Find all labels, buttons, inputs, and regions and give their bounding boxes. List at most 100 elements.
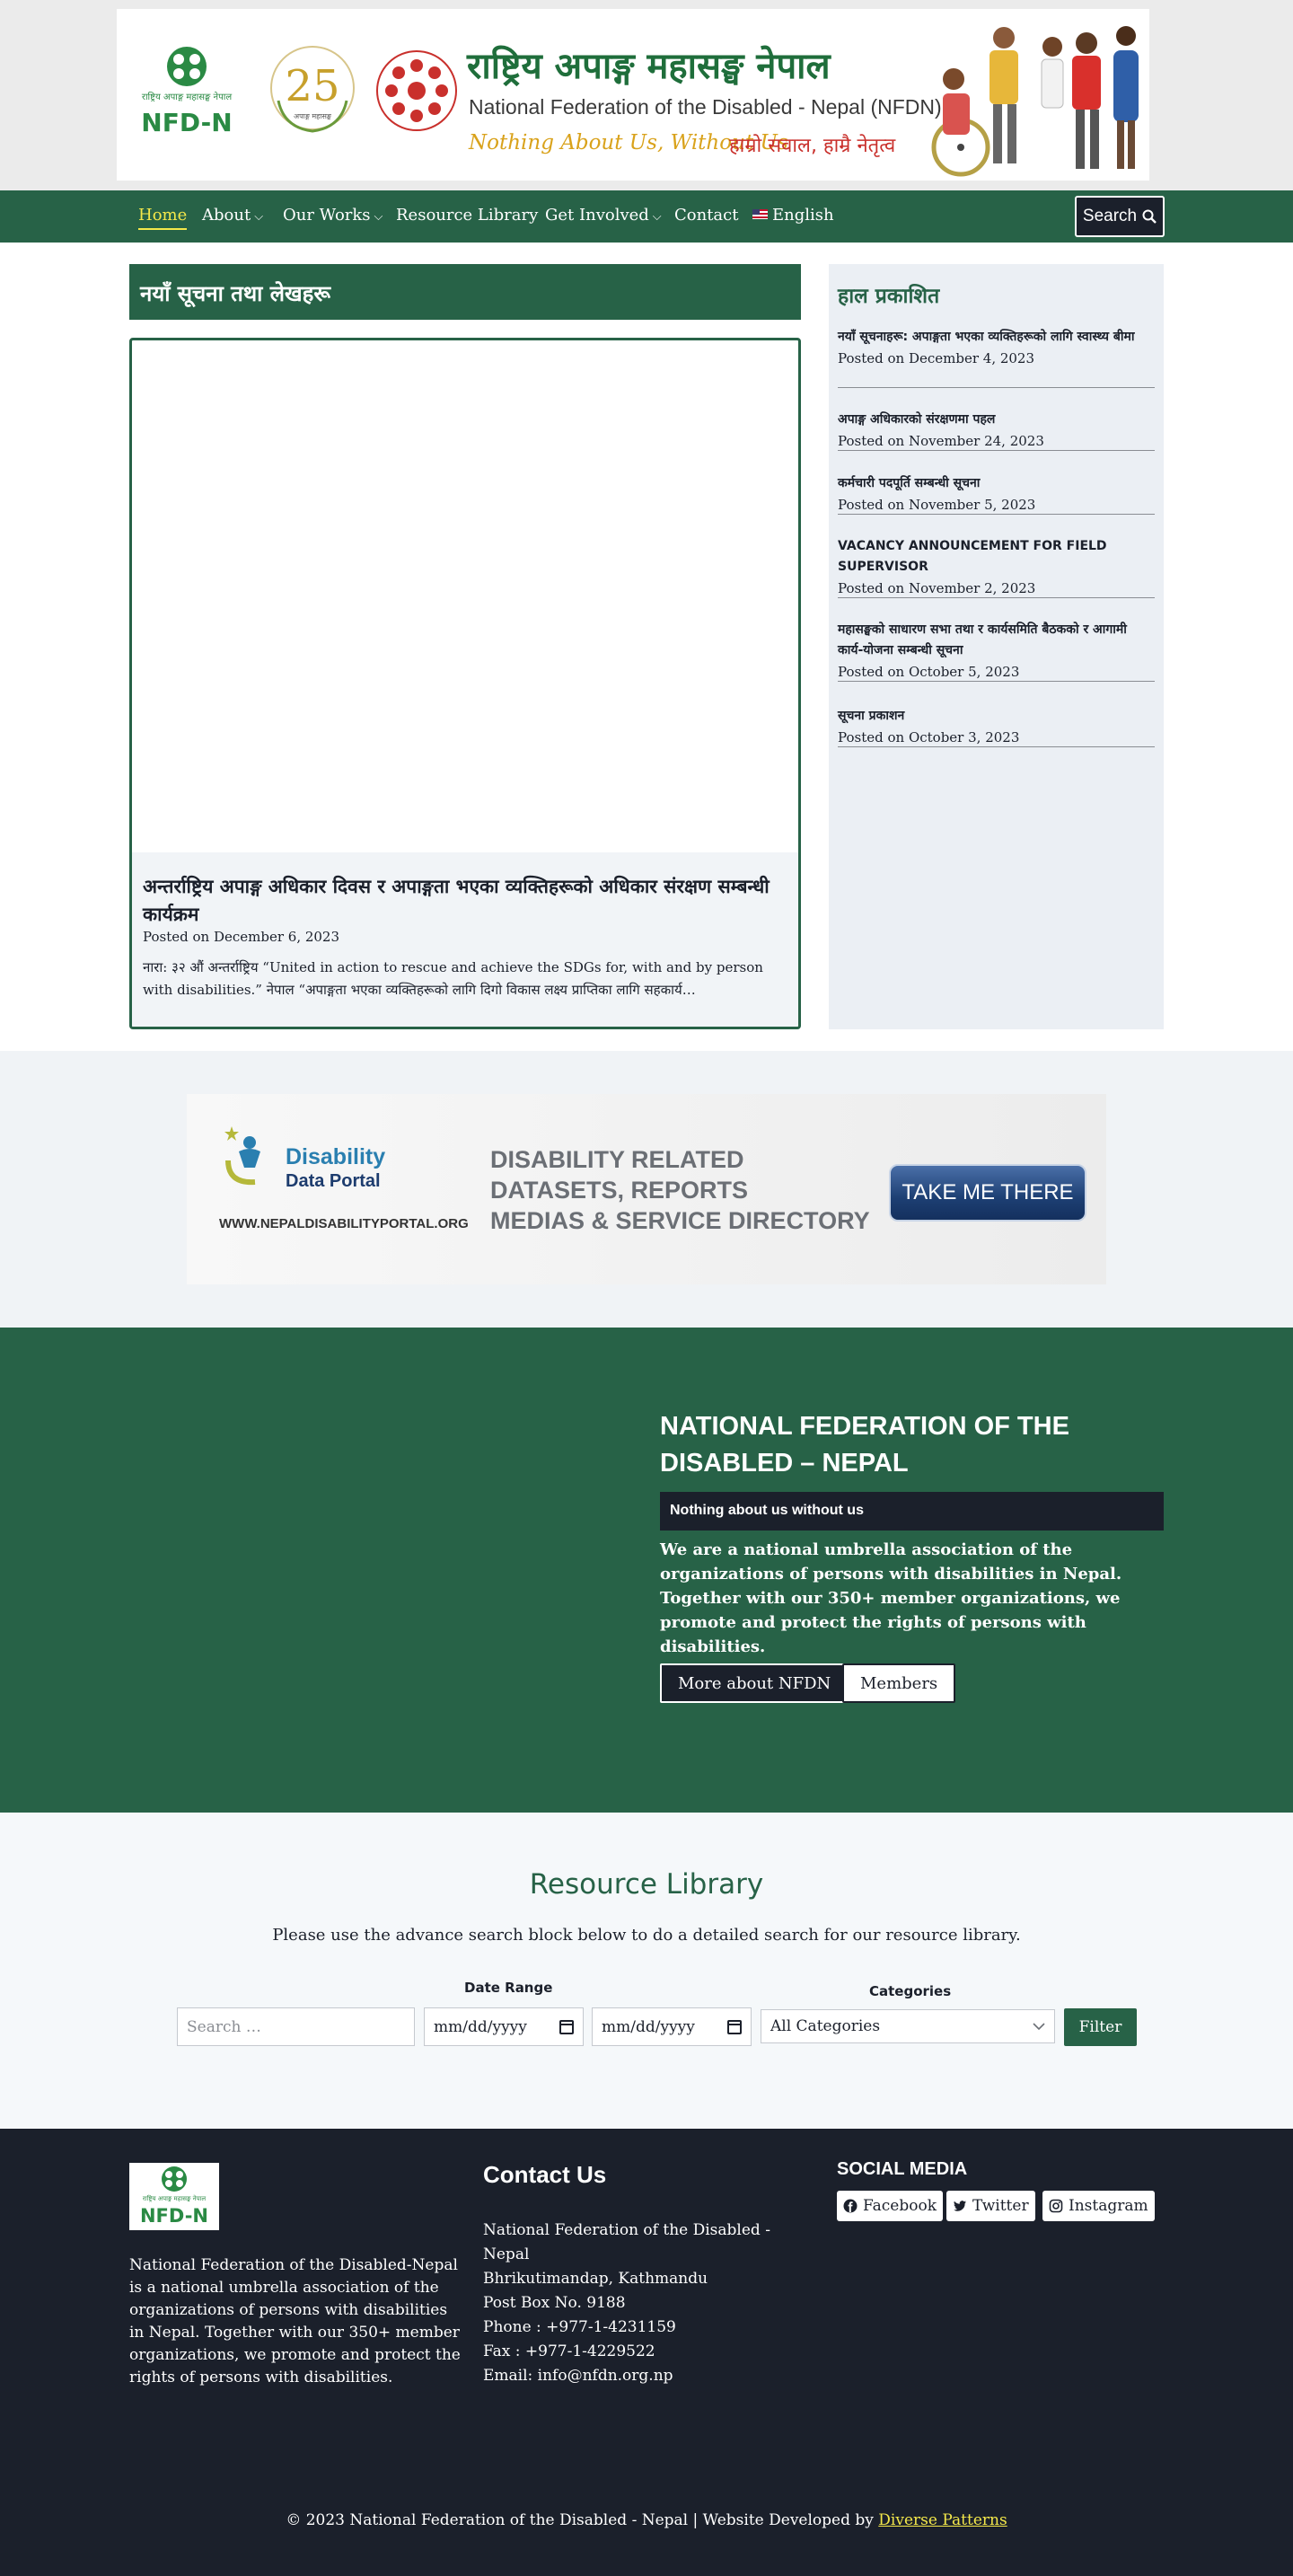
nav-about[interactable]: About ⌵: [202, 206, 263, 225]
recent-posts-sidebar: हाल प्रकाशित नयाँ सूचनाहरू: अपाङ्गता भएक…: [829, 264, 1164, 1029]
more-about-button[interactable]: More about NFDN: [660, 1663, 849, 1703]
sidebar-post-title[interactable]: VACANCY ANNOUNCEMENT FOR FIELD SUPERVISO…: [838, 536, 1155, 578]
about-text: We are a national umbrella association o…: [660, 1540, 1122, 1656]
date-from-input[interactable]: mm/dd/yyyy: [424, 2007, 584, 2046]
latest-posts-title-bar: नयाँ सूचना तथा लेखहरू: [129, 264, 801, 320]
footer-description: National Federation of the Disabled-Nepa…: [129, 2256, 461, 2386]
calendar-icon[interactable]: [727, 2019, 742, 2034]
sidebar-post-date: Posted on December 4, 2023: [838, 350, 1035, 366]
nav-our-works[interactable]: Our Works ⌵: [283, 206, 383, 225]
categories-label: Categories: [869, 1983, 952, 1999]
sidebar-title: हाल प्रकाशित: [838, 285, 940, 308]
facebook-button[interactable]: Facebook: [837, 2191, 944, 2221]
social-media-title: SOCIAL MEDIA: [837, 2159, 968, 2179]
sidebar-post[interactable]: कर्मचारी पदपूर्ति सम्बन्धी सूचना Posted …: [838, 473, 1155, 515]
facebook-label: Facebook: [863, 2197, 937, 2215]
contact-line[interactable]: Email: info@nfdn.org.np: [483, 2364, 806, 2388]
nfdn-logo: राष्ट्रिय अपाङ्ग महासङ्घ नेपाल NFD-N: [133, 47, 241, 137]
twitter-label: Twitter: [972, 2197, 1029, 2215]
search-button[interactable]: Search: [1075, 196, 1165, 237]
sidebar-post-date: Posted on October 3, 2023: [838, 729, 1020, 745]
sidebar-post-date: Posted on November 5, 2023: [838, 497, 1036, 513]
sidebar-post[interactable]: महासङ्घको साधारण सभा तथा र कार्यसमिति बै…: [838, 620, 1155, 682]
resource-library-title: Resource Library: [529, 1868, 764, 1901]
sidebar-post-title[interactable]: नयाँ सूचनाहरू: अपाङ्गता भएका व्यक्तिहरूक…: [838, 327, 1155, 348]
nav-home-label: Home: [138, 206, 188, 225]
nav-home[interactable]: Home: [138, 206, 188, 230]
sidebar-post[interactable]: अपाङ्ग अधिकारको संरक्षणमा पहल Posted on …: [838, 410, 1155, 451]
sidebar-post-title[interactable]: कर्मचारी पदपूर्ति सम्बन्धी सूचना: [838, 473, 1155, 494]
contact-line: Bhrikutimandap, Kathmandu: [483, 2270, 708, 2288]
svg-text:NFD-N: NFD-N: [140, 2205, 208, 2227]
chevron-down-icon: ⌵: [374, 210, 383, 224]
sidebar-post-title[interactable]: महासङ्घको साधारण सभा तथा र कार्यसमिति बै…: [838, 620, 1155, 661]
nav-language[interactable]: English: [752, 206, 834, 225]
categories-select-value: All Categories: [770, 2017, 881, 2035]
nav-resource-library-label: Resource Library: [396, 206, 539, 225]
date-from-value: mm/dd/yyyy: [434, 2017, 527, 2036]
copyright: © 2023 National Federation of the Disabl…: [0, 2511, 1293, 2529]
instagram-icon: [1049, 2199, 1063, 2213]
portal-description-line: DISABILITY RELATED: [490, 1146, 744, 1173]
sidebar-post[interactable]: VACANCY ANNOUNCEMENT FOR FIELD SUPERVISO…: [838, 536, 1155, 598]
main-nav: Home About ⌵ Our Works ⌵ Resource Library …: [0, 190, 1293, 243]
disability-portal-banner[interactable]: Disability Data Portal WWW.NEPALDISABILI…: [187, 1094, 1106, 1284]
contact-line: Fax : +977-1-4229522: [483, 2342, 655, 2360]
svg-text:NFD-N: NFD-N: [141, 108, 232, 137]
svg-text:राष्ट्रिय अपाङ्ग महासङ्घ नेपाल: राष्ट्रिय अपाङ्ग महासङ्घ नेपाल: [142, 92, 232, 102]
portal-description: DISABILITY RELATED DATASETS, REPORTS MED…: [490, 1144, 870, 1236]
footer-nfdn-logo[interactable]: राष्ट्रिय अपाङ्ग महासङ्घ नेपाल NFD-N: [129, 2163, 219, 2230]
search-icon: [1142, 209, 1157, 224]
featured-post-card[interactable]: अन्तर्राष्ट्रिय अपाङ्ग अधिकार दिवस र अपा…: [129, 338, 801, 1029]
members-button[interactable]: Members: [842, 1663, 956, 1703]
featured-post-headline[interactable]: अन्तर्राष्ट्रिय अपाङ्ग अधिकार दिवस र अपा…: [143, 873, 789, 929]
about-tagline: Nothing about us without us: [660, 1492, 1164, 1531]
portal-name-line1: Disability: [286, 1144, 386, 1169]
resource-search-input[interactable]: [177, 2007, 415, 2046]
take-me-there-button[interactable]: TAKE ME THERE: [889, 1164, 1086, 1222]
sidebar-post-title[interactable]: अपाङ्ग अधिकारको संरक्षणमा पहल: [838, 410, 1155, 430]
site-header: राष्ट्रिय अपाङ्ग महासङ्घ नेपाल NFD-N 25 …: [0, 0, 1293, 190]
banner-slogan-nepali: हाम्रो सवाल, हाम्रै नेतृत्व: [729, 135, 896, 157]
calendar-icon[interactable]: [559, 2019, 574, 2034]
developer-link[interactable]: Diverse Patterns: [878, 2511, 1007, 2529]
featured-post-excerpt: नारा: ३२ औं अन्तर्राष्ट्रिय “United in a…: [143, 959, 763, 998]
nav-contact-label: Contact: [674, 206, 739, 225]
twitter-button[interactable]: Twitter: [946, 2191, 1035, 2221]
filter-button[interactable]: Filter: [1064, 2008, 1137, 2046]
sidebar-post-date: Posted on November 24, 2023: [838, 433, 1044, 449]
date-to-input[interactable]: mm/dd/yyyy: [592, 2007, 752, 2046]
instagram-button[interactable]: Instagram: [1042, 2191, 1155, 2221]
contact-line: National Federation of the Disabled - Ne…: [483, 2221, 770, 2263]
nav-contact[interactable]: Contact: [674, 206, 738, 225]
people-illustration: [931, 26, 1139, 177]
contact-line: Post Box No. 9188: [483, 2294, 626, 2312]
banner-title-nepali: राष्ट्रिय अपाङ्ग महासङ्घ नेपाल: [467, 46, 831, 87]
nav-get-involved-label: Get Involved: [545, 206, 649, 225]
svg-text:राष्ट्रिय अपाङ्ग महासङ्घ नेपाल: राष्ट्रिय अपाङ्ग महासङ्घ नेपाल: [143, 2194, 206, 2202]
facebook-icon: [843, 2199, 858, 2213]
portal-description-line: MEDIAS & SERVICE DIRECTORY: [490, 1207, 870, 1234]
nav-get-involved[interactable]: Get Involved ⌵: [545, 206, 662, 225]
sidebar-post[interactable]: सूचना प्रकाशन Posted on October 3, 2023: [838, 706, 1155, 747]
sidebar-post-title[interactable]: सूचना प्रकाशन: [838, 706, 1155, 727]
resource-library-subtitle: Please use the advance search block belo…: [272, 1926, 1021, 1945]
contact-line: Phone : +977-1-4231159: [483, 2318, 676, 2336]
sidebar-post[interactable]: नयाँ सूचनाहरू: अपाङ्गता भएका व्यक्तिहरूक…: [838, 327, 1155, 388]
featured-post-date: Posted on December 6, 2023: [143, 929, 340, 945]
about-section: NATIONAL FEDERATION OF THE DISABLED – NE…: [0, 1328, 1293, 1813]
resource-library-section: Resource Library Please use the advance …: [0, 1813, 1293, 2129]
portal-url: WWW.NEPALDISABILITYPORTAL.ORG: [219, 1216, 469, 1231]
chevron-down-icon: ⌵: [652, 210, 662, 224]
site-footer: राष्ट्रिय अपाङ्ग महासङ्घ नेपाल NFD-N Nat…: [0, 2129, 1293, 2576]
header-banner[interactable]: राष्ट्रिय अपाङ्ग महासङ्घ नेपाल NFD-N 25 …: [117, 9, 1149, 181]
banner-title-english: National Federation of the Disabled - Ne…: [469, 95, 942, 119]
chevron-down-icon: ⌵: [254, 210, 264, 224]
categories-select[interactable]: All Categories: [761, 2009, 1055, 2043]
search-button-label: Search: [1082, 207, 1138, 225]
instagram-label: Instagram: [1069, 2197, 1148, 2215]
dpi-logo: [376, 50, 457, 131]
nav-resource-library[interactable]: Resource Library: [396, 206, 538, 225]
twitter-icon: [954, 2201, 966, 2211]
portal-name-line2: Data Portal: [286, 1171, 381, 1191]
